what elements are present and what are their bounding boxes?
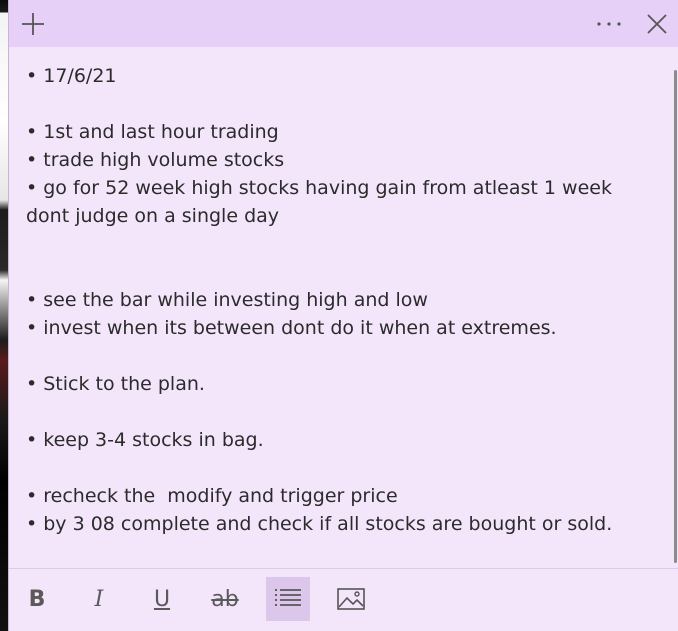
strikethrough-icon: ab	[211, 586, 239, 612]
plus-icon	[22, 13, 44, 35]
italic-icon: I	[94, 586, 104, 612]
note-line: • recheck the modify and trigger price	[26, 485, 398, 507]
bullet-list-icon	[275, 589, 301, 606]
underline-button[interactable]: U	[140, 577, 184, 621]
note-line: • Stick to the plan.	[26, 373, 205, 395]
note-line	[26, 398, 658, 426]
bold-button[interactable]: B	[15, 577, 59, 621]
close-button[interactable]	[639, 6, 675, 42]
note-line: • 17/6/21	[26, 65, 117, 87]
sticky-note-window: • 17/6/21 • 1st and last hour trading • …	[8, 0, 678, 631]
bullet-list-button[interactable]	[266, 577, 310, 621]
note-line	[26, 342, 658, 370]
more-icon	[597, 22, 621, 26]
bold-icon: B	[28, 586, 46, 612]
note-line: • trade high volume stocks	[26, 149, 285, 171]
desktop-background	[0, 0, 8, 631]
note-line	[26, 90, 658, 118]
strikethrough-button[interactable]: ab	[203, 577, 247, 621]
close-icon	[647, 14, 667, 34]
menu-button[interactable]	[591, 6, 627, 42]
note-line	[26, 454, 658, 482]
note-body[interactable]: • 17/6/21 • 1st and last hour trading • …	[26, 62, 658, 538]
vertical-scrollbar[interactable]	[674, 70, 677, 563]
insert-image-button[interactable]	[329, 577, 373, 621]
note-line: • keep 3-4 stocks in bag.	[26, 429, 264, 451]
italic-button[interactable]: I	[77, 577, 121, 621]
note-line: • go for 52 week high stocks having gain…	[26, 177, 618, 227]
note-line	[26, 230, 658, 258]
new-note-button[interactable]	[15, 6, 51, 42]
note-line: • by 3 08 complete and check if all stoc…	[26, 513, 613, 535]
underline-icon: U	[153, 586, 171, 612]
note-line: • see the bar while investing high and l…	[26, 289, 428, 311]
formatting-toolbar: B I U ab	[9, 568, 678, 631]
note-line: • invest when its between dont do it whe…	[26, 317, 557, 339]
title-bar	[9, 0, 678, 47]
note-line	[26, 258, 658, 286]
note-line: • 1st and last hour trading	[26, 121, 279, 143]
image-icon	[337, 588, 365, 610]
